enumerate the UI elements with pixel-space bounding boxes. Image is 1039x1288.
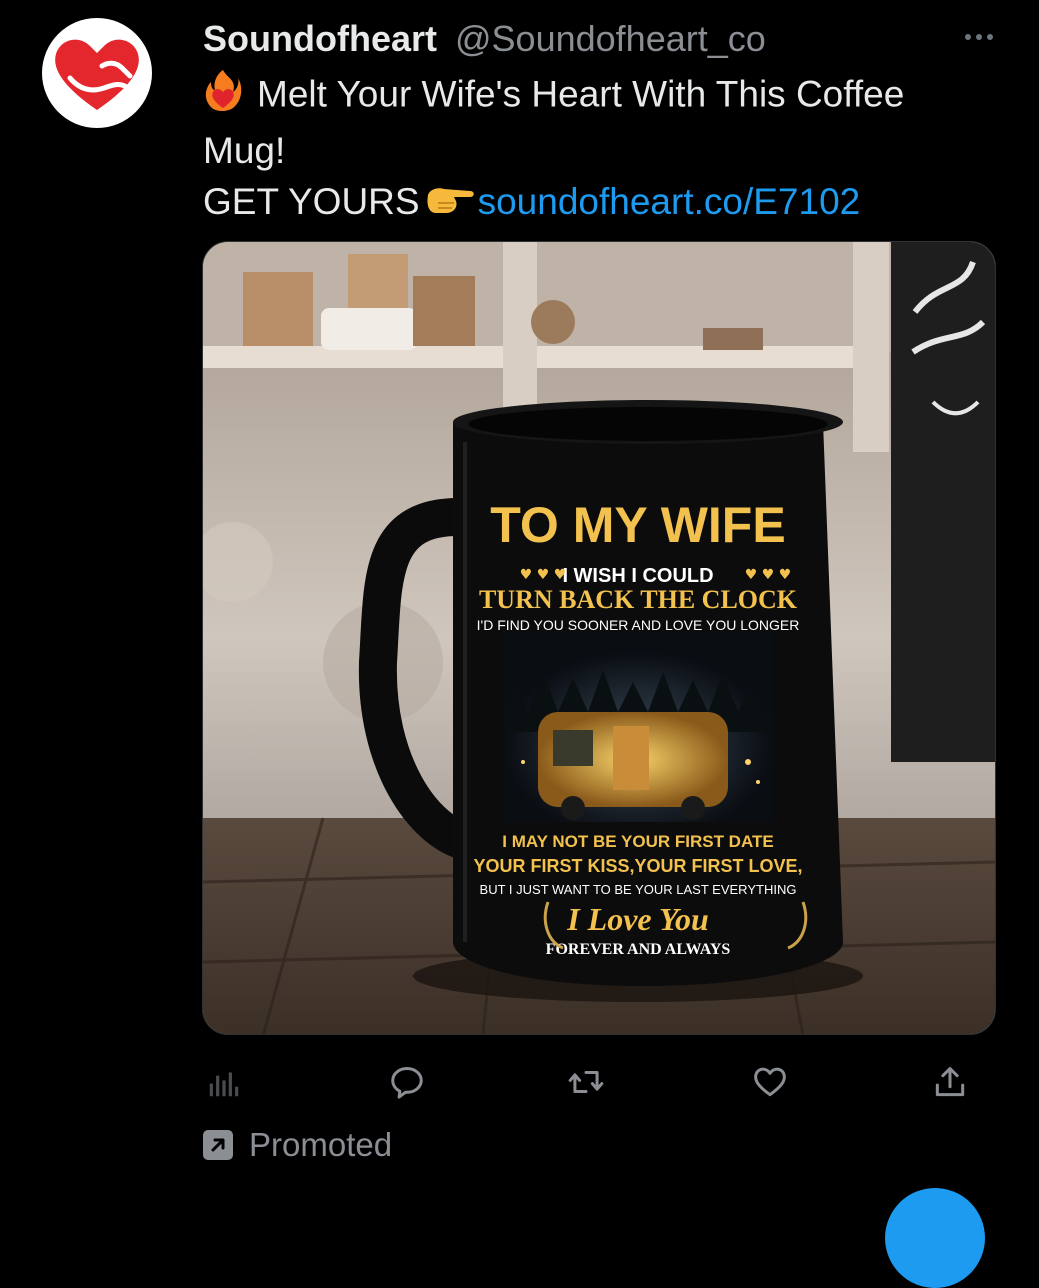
compose-tweet-button[interactable] [885, 1188, 985, 1288]
share-icon[interactable] [926, 1058, 974, 1106]
tweet-text-line-2: Mug! [203, 130, 286, 171]
mug-line-4: I MAY NOT BE YOUR FIRST DATE [502, 832, 773, 851]
promoted-arrow-icon [203, 1130, 233, 1160]
tweet-text: Melt Your Wife's Heart With This Coffee … [203, 68, 1003, 230]
mug-line-7: I Love You [566, 901, 709, 937]
mug-title: TO MY WIFE [490, 497, 785, 553]
avatar[interactable] [42, 18, 152, 128]
tweet-link[interactable]: soundofheart.co/E7102 [478, 181, 861, 222]
tweet-media-image[interactable]: TO MY WIFE I WISH I COULD ♥ ♥ ♥ ♥ ♥ ♥ TU… [202, 241, 996, 1035]
mug-line-1: I WISH I COULD [562, 565, 713, 587]
tweet-text-line-1: Melt Your Wife's Heart With This Coffee [257, 73, 905, 115]
heart-on-fire-emoji-icon [203, 68, 243, 125]
promoted-label: Promoted [249, 1126, 393, 1163]
mug-line-2: TURN BACK THE CLOCK [479, 585, 798, 614]
mug-line-8: FOREVER AND ALWAYS [546, 941, 731, 958]
mug-product-photo: TO MY WIFE I WISH I COULD ♥ ♥ ♥ ♥ ♥ ♥ TU… [203, 242, 995, 1034]
mug-line-5: YOUR FIRST KISS,YOUR FIRST LOVE, [473, 856, 802, 876]
promoted-indicator[interactable]: Promoted [203, 1122, 392, 1168]
mug-print [503, 632, 773, 822]
more-options-icon[interactable] [943, 14, 993, 60]
pointing-hand-emoji-icon [424, 179, 476, 230]
display-name[interactable]: Soundofheart [203, 18, 437, 59]
tweet[interactable]: Soundofheart @Soundofheart_co Melt Your … [0, 0, 1039, 1288]
mug-line-3: I'D FIND YOU SOONER AND LOVE YOU LONGER [477, 617, 800, 633]
heart-hands-logo-icon [55, 39, 139, 110]
user-handle[interactable]: @Soundofheart_co [455, 18, 766, 59]
mug-hearts-left-icon: ♥ ♥ ♥ [520, 567, 567, 583]
mug-hearts-right-icon: ♥ ♥ ♥ [745, 567, 792, 583]
tweet-actions [200, 1058, 980, 1106]
analytics-icon[interactable] [200, 1058, 248, 1106]
tweet-header: Soundofheart @Soundofheart_co [203, 14, 993, 64]
retweet-icon[interactable] [562, 1058, 610, 1106]
mug-line-6: BUT I JUST WANT TO BE YOUR LAST EVERYTHI… [480, 882, 797, 897]
tweet-text-get-yours: GET YOURS [203, 181, 420, 222]
reply-icon[interactable] [383, 1058, 431, 1106]
like-icon[interactable] [746, 1058, 794, 1106]
